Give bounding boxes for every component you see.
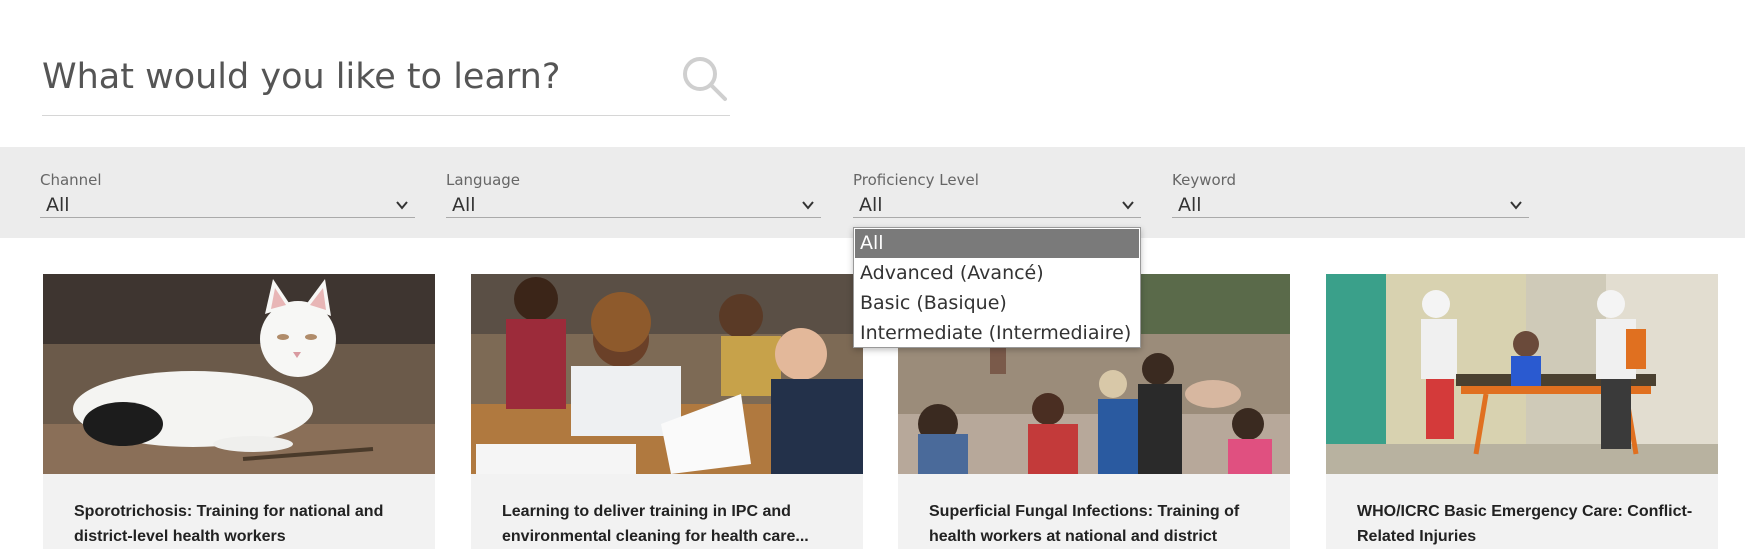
keyword-select[interactable]: All [1172,193,1529,218]
dropdown-option-all[interactable]: All [855,229,1139,258]
channel-select[interactable]: All [40,193,415,218]
language-filter: Language All [446,171,821,218]
health-workers-reading-photo [471,274,863,474]
course-title[interactable]: Superficial Fungal Infections: Training … [929,499,1269,549]
chevron-down-icon [1510,201,1522,210]
course-title[interactable]: Sporotrichosis: Training for national an… [74,499,414,549]
search-icon[interactable] [680,54,730,104]
channel-select-value: All [46,194,70,216]
chevron-down-icon [1122,201,1134,210]
language-select[interactable]: All [446,193,821,218]
dropdown-option-basic[interactable]: Basic (Basique) [855,289,1139,318]
dropdown-option-advanced[interactable]: Advanced (Avancé) [855,259,1139,288]
proficiency-filter: Proficiency Level All [853,171,1141,218]
keyword-filter: Keyword All [1172,171,1529,218]
dropdown-option-intermediate[interactable]: Intermediate (Intermediaire) [855,319,1139,348]
proficiency-select-value: All [859,194,883,216]
proficiency-filter-label: Proficiency Level [853,171,979,189]
course-title[interactable]: WHO/ICRC Basic Emergency Care: Conflict-… [1357,499,1697,549]
course-card[interactable]: Learning to deliver training in IPC and … [471,274,863,549]
channel-filter-label: Channel [40,171,102,189]
chevron-down-icon [396,201,408,210]
channel-filter: Channel All [40,171,415,218]
language-select-value: All [452,194,476,216]
search-input[interactable] [42,40,642,114]
filter-bar: Channel All Language All Proficiency Lev… [0,147,1745,238]
stretcher-emergency-photo [1326,274,1718,474]
language-filter-label: Language [446,171,521,189]
proficiency-dropdown: All Advanced (Avancé) Basic (Basique) In… [853,227,1141,348]
course-card[interactable]: WHO/ICRC Basic Emergency Care: Conflict-… [1326,274,1718,549]
white-cat-photo [43,274,435,474]
proficiency-select[interactable]: All [853,193,1141,218]
course-card[interactable]: Sporotrichosis: Training for national an… [43,274,435,549]
keyword-select-value: All [1178,194,1202,216]
keyword-filter-label: Keyword [1172,171,1237,189]
course-title[interactable]: Learning to deliver training in IPC and … [502,499,842,549]
search-bar [42,40,730,116]
chevron-down-icon [802,201,814,210]
